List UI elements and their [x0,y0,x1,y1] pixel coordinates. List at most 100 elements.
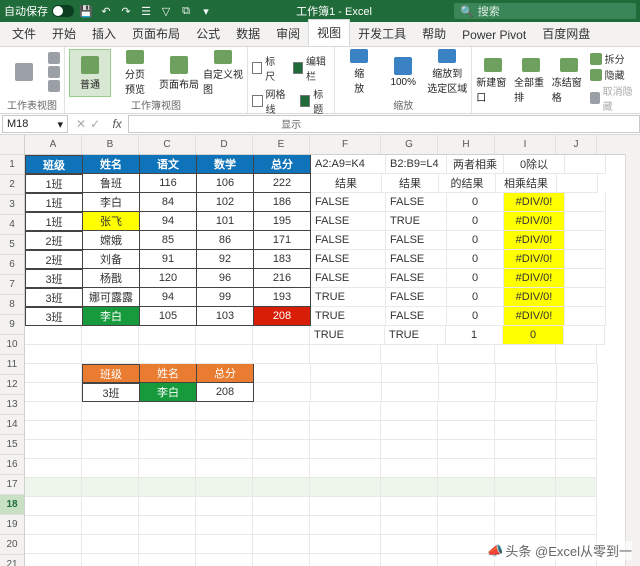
cell[interactable] [254,383,311,402]
cell[interactable] [139,345,196,364]
cell[interactable]: 86 [197,231,254,250]
row-headers[interactable]: 1234567891011121314151617181920212223 [0,135,25,566]
cell[interactable]: 总分 [197,364,254,383]
cell[interactable] [310,497,381,516]
row-header[interactable]: 7 [0,275,24,295]
tab-view[interactable]: 视图 [308,19,350,46]
col-E[interactable]: E [253,135,310,154]
col-I[interactable]: I [495,135,556,154]
cell[interactable]: 186 [254,193,311,212]
row-header[interactable]: 16 [0,455,24,475]
cell[interactable] [310,554,381,566]
cell[interactable] [495,478,556,497]
freeze-panes[interactable]: 冻结窗格 [552,58,586,104]
cell[interactable] [139,402,196,421]
cell[interactable] [253,554,310,566]
cell[interactable] [196,459,253,478]
cell[interactable] [310,440,381,459]
tab-pagelayout[interactable]: 页面布局 [124,21,188,46]
row-header[interactable]: 12 [0,375,24,395]
cell[interactable]: 姓名 [140,364,197,383]
row-header[interactable]: 3 [0,195,24,215]
cell[interactable] [196,478,253,497]
cell[interactable]: 结果 [311,174,382,193]
cell[interactable]: 相乘结果 [496,174,557,193]
cell[interactable]: 李白 [140,383,197,402]
cell[interactable] [25,554,82,566]
cell[interactable]: 120 [140,269,197,288]
view-pagelayout[interactable]: 页面布局 [159,50,199,96]
cell[interactable]: #DIV/0! [504,250,565,269]
split-button[interactable]: 拆分 [590,51,636,66]
tab-review[interactable]: 审阅 [268,21,308,46]
cell[interactable]: 0 [447,269,504,288]
cell[interactable] [381,440,438,459]
cell[interactable] [381,478,438,497]
row-header[interactable]: 1 [0,155,24,175]
cell[interactable] [439,383,496,402]
tab-developer[interactable]: 开发工具 [350,21,414,46]
cell[interactable] [439,364,496,383]
cell[interactable]: 3班 [25,307,83,326]
cell[interactable]: 84 [140,193,197,212]
chk-gridlines[interactable]: 网格线 标题 [252,86,330,116]
cell[interactable]: 94 [140,212,197,231]
cell[interactable]: 语文 [140,155,197,174]
cell[interactable] [381,421,438,440]
cell[interactable]: 3班 [25,288,83,307]
cell[interactable]: 1班 [25,212,83,231]
cell[interactable] [139,326,196,345]
cell[interactable]: #DIV/0! [504,193,565,212]
cell[interactable] [196,421,253,440]
col-D[interactable]: D [196,135,253,154]
cell[interactable] [82,440,139,459]
cell[interactable] [381,459,438,478]
col-H[interactable]: H [438,135,495,154]
cell[interactable] [565,288,606,307]
cell[interactable]: 1班 [25,174,83,193]
cell[interactable] [253,478,310,497]
cell[interactable] [25,516,82,535]
cell[interactable]: 94 [140,288,197,307]
cell[interactable] [381,497,438,516]
cell[interactable]: 222 [254,174,311,193]
col-C[interactable]: C [139,135,196,154]
cell[interactable] [310,421,381,440]
cell[interactable] [139,497,196,516]
cell[interactable] [253,516,310,535]
cell[interactable] [139,421,196,440]
new-window[interactable]: 新建窗口 [476,58,510,104]
cell[interactable] [438,459,495,478]
cell[interactable] [496,383,557,402]
cell[interactable] [253,459,310,478]
cell[interactable] [25,383,82,402]
cell[interactable]: B2:B9=L4 [386,155,447,174]
cell[interactable]: TRUE [386,212,447,231]
cell[interactable] [556,402,597,421]
cell[interactable] [565,155,606,174]
row-header[interactable]: 5 [0,235,24,255]
cell[interactable]: 1班 [25,193,83,212]
sheetview-keep[interactable] [4,49,44,95]
zoom-to-selection[interactable]: 缩放到 选定区域 [427,49,467,95]
row-header[interactable]: 4 [0,215,24,235]
view-normal[interactable]: 普通 [69,49,111,97]
tab-baidupan[interactable]: 百度网盘 [534,21,598,46]
cell[interactable]: 0 [447,212,504,231]
cell[interactable] [253,497,310,516]
cell[interactable]: 195 [254,212,311,231]
cell[interactable]: A2:A9=K4 [311,155,386,174]
cell[interactable] [565,193,606,212]
cell[interactable] [382,364,439,383]
more-icon[interactable]: ▾ [198,3,214,19]
cell[interactable] [196,554,253,566]
cell[interactable]: 208 [197,383,254,402]
cell[interactable] [25,478,82,497]
autosave-toggle[interactable]: 自动保存 [4,3,74,19]
cell[interactable]: TRUE [310,326,385,345]
cell[interactable] [310,459,381,478]
sheetview-a[interactable] [48,52,60,64]
cell[interactable] [311,364,382,383]
cell[interactable] [381,535,438,554]
cell[interactable]: #DIV/0! [504,288,565,307]
